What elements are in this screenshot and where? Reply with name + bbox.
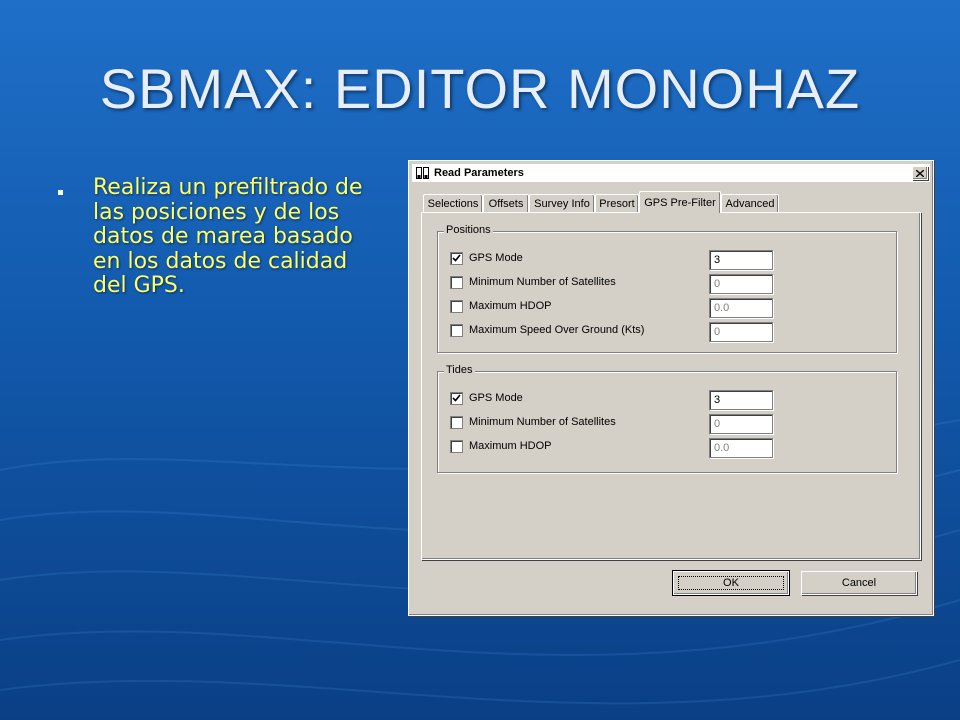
tides-max-hdop-checkbox[interactable]	[450, 439, 463, 453]
read-parameters-dialog: Read Parameters Selections Offsets Surve…	[408, 160, 934, 616]
ok-button[interactable]: OK	[672, 570, 790, 596]
positions-min-satellites-row[interactable]: Minimum Number of Satellites	[450, 274, 616, 290]
positions-gps-mode-row[interactable]: GPS Mode	[450, 250, 523, 266]
tab-survey-info[interactable]: Survey Info	[529, 194, 595, 212]
tides-group: Tides GPS Mode 3 Minimum Number of Satel…	[437, 364, 897, 473]
tab-presort[interactable]: Presort	[595, 194, 639, 212]
tides-gps-mode-row[interactable]: GPS Mode	[450, 390, 523, 406]
positions-min-satellites-input[interactable]: 0	[709, 274, 773, 294]
tab-offsets[interactable]: Offsets	[483, 194, 529, 212]
dialog-title: Read Parameters	[434, 167, 524, 179]
tides-gps-mode-input[interactable]: 3	[709, 390, 773, 410]
app-icon	[416, 167, 430, 179]
dialog-titlebar[interactable]: Read Parameters	[412, 164, 930, 182]
bullet-marker	[58, 190, 63, 195]
check-icon	[452, 394, 461, 402]
tides-max-hdop-label: Maximum HDOP	[469, 440, 552, 452]
tides-legend: Tides	[444, 364, 475, 376]
tab-gps-pre-filter[interactable]: GPS Pre-Filter	[639, 191, 721, 213]
cancel-label: Cancel	[841, 577, 877, 589]
focus-rect	[678, 576, 784, 590]
tab-advanced[interactable]: Advanced	[721, 194, 779, 212]
tides-min-satellites-input[interactable]: 0	[709, 414, 773, 434]
positions-max-speed-label: Maximum Speed Over Ground (Kts)	[469, 324, 645, 336]
positions-gps-mode-checkbox[interactable]	[450, 251, 463, 265]
positions-gps-mode-label: GPS Mode	[469, 252, 523, 264]
slide-title: SBMAX: EDITOR MONOHAZ	[99, 57, 861, 120]
positions-max-speed-input[interactable]: 0	[709, 322, 773, 342]
positions-gps-mode-input[interactable]: 3	[709, 250, 773, 270]
gps-pre-filter-panel: Positions GPS Mode 3 Minimum Number of S…	[421, 212, 921, 560]
positions-legend: Positions	[444, 224, 493, 236]
tides-gps-mode-label: GPS Mode	[469, 392, 523, 404]
bullet-text: Realiza un prefiltrado de las posiciones…	[93, 175, 363, 298]
positions-max-hdop-checkbox[interactable]	[450, 299, 463, 313]
positions-max-hdop-input[interactable]: 0.0	[709, 298, 773, 318]
positions-group: Positions GPS Mode 3 Minimum Number of S…	[437, 224, 897, 353]
positions-min-satellites-label: Minimum Number of Satellites	[469, 276, 616, 288]
tides-gps-mode-checkbox[interactable]	[450, 391, 463, 405]
tides-min-satellites-label: Minimum Number of Satellites	[469, 416, 616, 428]
tides-min-satellites-checkbox[interactable]	[450, 415, 463, 429]
close-icon	[916, 169, 924, 177]
tides-min-satellites-row[interactable]: Minimum Number of Satellites	[450, 414, 616, 430]
bullet-item: Realiza un prefiltrado de las posiciones…	[58, 175, 378, 299]
close-button[interactable]	[912, 166, 928, 180]
positions-max-speed-checkbox[interactable]	[450, 323, 463, 337]
positions-max-speed-row[interactable]: Maximum Speed Over Ground (Kts)	[450, 322, 644, 338]
positions-min-satellites-checkbox[interactable]	[450, 275, 463, 289]
positions-max-hdop-row[interactable]: Maximum HDOP	[450, 298, 552, 314]
positions-max-hdop-label: Maximum HDOP	[469, 300, 552, 312]
check-icon	[452, 254, 461, 262]
tides-max-hdop-row[interactable]: Maximum HDOP	[450, 438, 552, 454]
cancel-button[interactable]: Cancel	[801, 571, 917, 595]
tides-max-hdop-input[interactable]: 0.0	[709, 438, 773, 458]
tab-selections[interactable]: Selections	[423, 194, 483, 212]
